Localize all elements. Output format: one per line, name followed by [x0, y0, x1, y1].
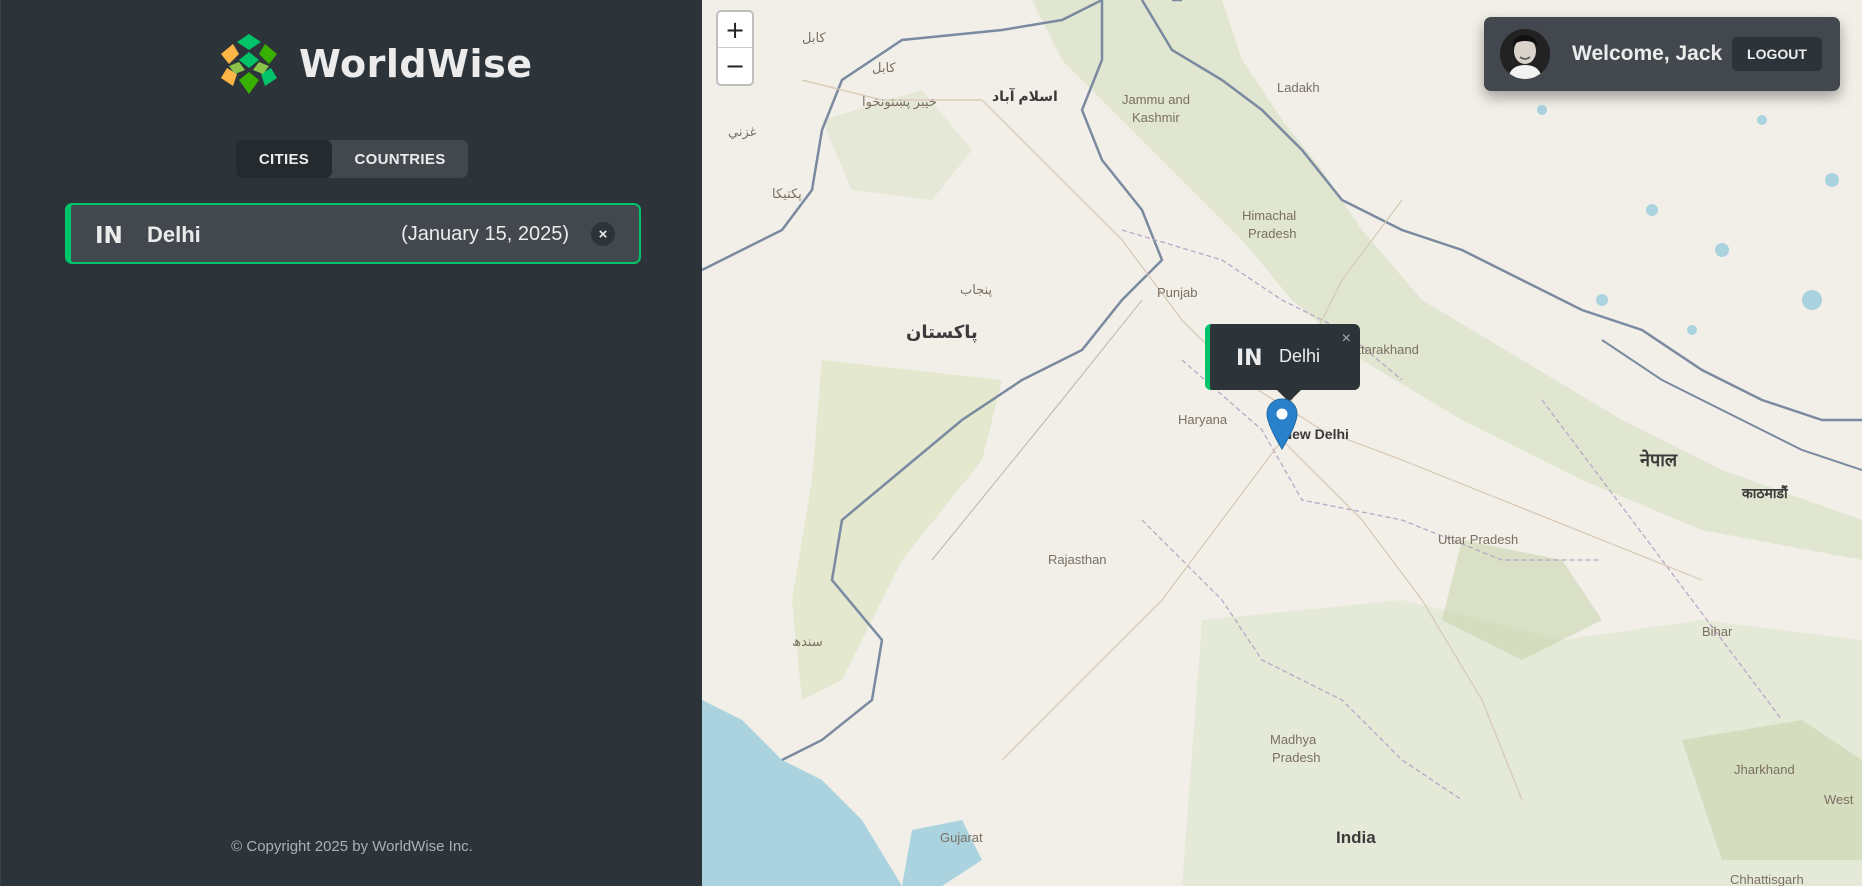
avatar-icon [1500, 29, 1550, 79]
map-label: Bihar [1702, 624, 1733, 639]
map-label: Pradesh [1272, 750, 1321, 765]
map-label: غزني [728, 124, 757, 139]
map-label: West [1824, 792, 1854, 807]
list-item[interactable]: IN Delhi (January 15, 2025) × [65, 203, 641, 264]
map-label: خیبر پښتونخوا [862, 94, 937, 109]
map-label: Jammu and [1122, 92, 1190, 107]
map[interactable]: کابل کابل اسلام آباد خیبر پښتونخوا غزني … [702, 0, 1862, 886]
tab-countries[interactable]: COUNTRIES [332, 140, 468, 178]
map-label: پنجاب [960, 282, 993, 297]
map-label: Punjab [1157, 285, 1198, 300]
user-panel: Welcome, Jack LOGOUT [1484, 17, 1840, 91]
map-marker-icon[interactable] [1266, 398, 1298, 450]
welcome-text: Welcome, Jack [1572, 42, 1723, 65]
zoom-in-button[interactable]: + [718, 12, 752, 48]
map-label: काठमाडौं [1742, 485, 1788, 501]
map-label: नेपाल [1640, 450, 1678, 470]
copyright: © Copyright 2025 by WorldWise Inc. [231, 838, 473, 855]
app-name: WorldWise [299, 42, 533, 86]
tab-nav: CITIES COUNTRIES [236, 140, 468, 178]
city-name: Delhi [147, 222, 201, 247]
sidebar: WorldWise CITIES COUNTRIES IN Delhi (Jan… [0, 0, 702, 886]
map-label: Uttar Pradesh [1438, 532, 1519, 547]
map-label: Kashmir [1132, 110, 1180, 125]
tab-cities[interactable]: CITIES [236, 140, 332, 178]
map-label: Haryana [1178, 412, 1228, 427]
map-label: India [1336, 828, 1376, 847]
popup-city-name: Delhi [1279, 346, 1321, 366]
map-label: اسلام آباد [992, 88, 1058, 104]
map-label: Himachal [1242, 208, 1297, 223]
map-label: پکتیکا [772, 186, 802, 201]
city-date: (January 15, 2025) [401, 223, 569, 245]
map-label: Jharkhand [1734, 762, 1795, 777]
popup-close-icon[interactable]: × [1342, 330, 1351, 348]
city-popup[interactable]: IN Delhi × [1205, 324, 1360, 402]
map-label: Chhattisgarh [1730, 872, 1804, 886]
map-label: Rajasthan [1048, 552, 1107, 567]
map-label: Ladakh [1277, 80, 1320, 95]
map-label: پاکستان [906, 322, 978, 342]
avatar [1500, 29, 1550, 79]
map-label: کابل [872, 60, 896, 75]
map-label: Pradesh [1248, 226, 1297, 241]
city-list: IN Delhi (January 15, 2025) × [65, 203, 641, 264]
country-flag: IN [95, 223, 123, 249]
zoom-out-button[interactable]: − [718, 48, 752, 84]
delete-city-button[interactable]: × [591, 222, 615, 246]
globe-logo-icon [217, 32, 281, 96]
app-logo[interactable]: WorldWise [215, 30, 532, 98]
map-label: کابل [802, 30, 826, 45]
map-label: Gujarat [940, 830, 983, 845]
zoom-control: + − [716, 10, 754, 86]
map-label: Madhya [1270, 732, 1317, 747]
map-label: سندھ [792, 634, 823, 649]
logout-button[interactable]: LOGOUT [1732, 37, 1822, 71]
popup-flag: IN [1236, 346, 1263, 371]
